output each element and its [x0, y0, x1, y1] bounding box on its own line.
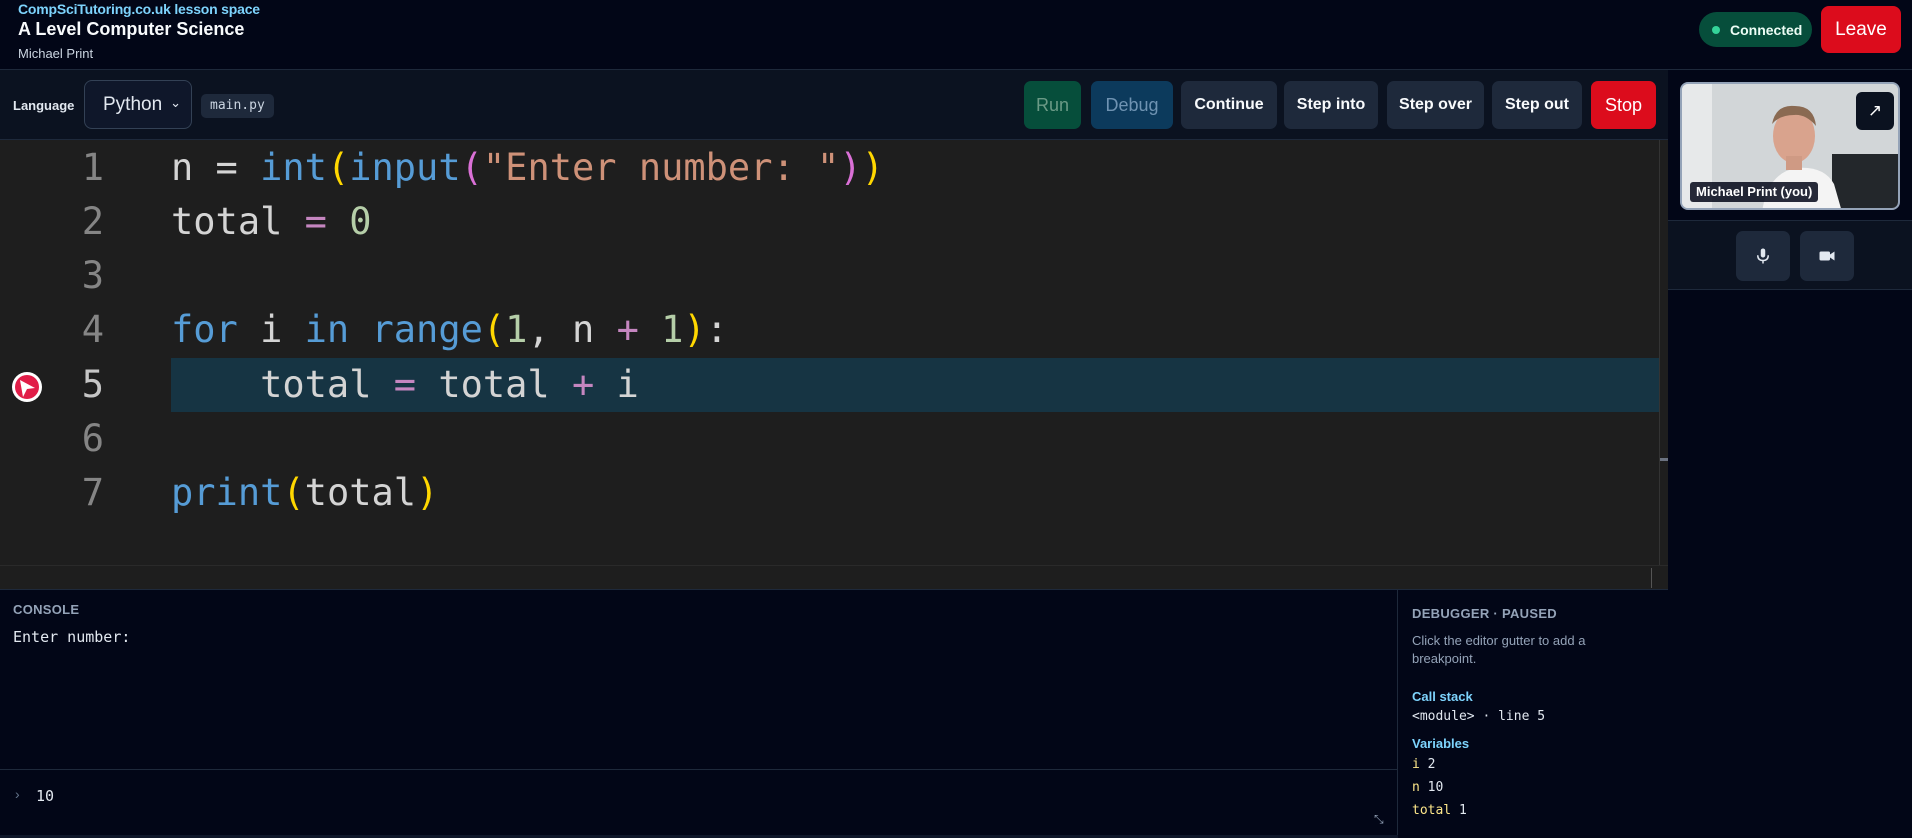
- variable-row: total 1: [1412, 803, 1467, 818]
- code-editor[interactable]: 1 n = int(input("Enter number: ")) 2 tot…: [0, 140, 1668, 565]
- debugger-title: DEBUGGER · PAUSED: [1412, 606, 1557, 621]
- editor-toolbar: Language Python ⌄ main.py Run Debug Cont…: [0, 70, 1668, 140]
- video-tile[interactable]: Michael Print (you) ↗: [1680, 82, 1900, 210]
- leave-button[interactable]: Leave: [1821, 6, 1901, 53]
- run-button[interactable]: Run: [1024, 81, 1081, 129]
- call-stack-frame[interactable]: <module> · line 5: [1412, 709, 1545, 724]
- filename-badge: main.py: [201, 94, 274, 118]
- variable-value: 2: [1427, 757, 1436, 772]
- console-output: Enter number:: [13, 628, 131, 646]
- lesson-space-app: CompSciTutoring.co.uk lesson space A Lev…: [0, 0, 1912, 838]
- code-line[interactable]: 4 for i in range(1, n + 1):: [0, 303, 1668, 357]
- chevron-down-icon: ⌄: [170, 95, 181, 110]
- top-header: CompSciTutoring.co.uk lesson space A Lev…: [0, 0, 1912, 70]
- code-text[interactable]: total = 0: [171, 195, 372, 249]
- code-line[interactable]: 1 n = int(input("Enter number: ")): [0, 141, 1668, 195]
- user-name: Michael Print: [18, 46, 94, 61]
- prompt-chevron-icon: ›: [15, 786, 20, 802]
- code-text[interactable]: n = int(input("Enter number: ")): [171, 141, 884, 195]
- line-number[interactable]: 4: [60, 303, 104, 357]
- code-line[interactable]: 7 print(total): [0, 466, 1668, 520]
- connection-status-badge: Connected: [1699, 12, 1812, 47]
- variable-name: n: [1412, 780, 1420, 795]
- step-over-button[interactable]: Step over: [1387, 81, 1484, 129]
- call-stack-heading: Call stack: [1412, 689, 1473, 704]
- line-number[interactable]: 7: [60, 466, 104, 520]
- line-number[interactable]: 2: [60, 195, 104, 249]
- execution-pointer-icon[interactable]: [11, 371, 43, 403]
- variable-row: i 2: [1412, 757, 1435, 772]
- editor-vertical-scrollbar[interactable]: [1659, 140, 1669, 565]
- code-line[interactable]: 3: [0, 249, 1668, 303]
- line-number[interactable]: 6: [60, 412, 104, 466]
- debugger-panel: DEBUGGER · PAUSED Click the editor gutte…: [1398, 589, 1668, 838]
- stop-button[interactable]: Stop: [1591, 81, 1656, 129]
- code-text[interactable]: print(total): [171, 466, 438, 520]
- scrollbar-thumb[interactable]: [1651, 568, 1652, 588]
- variable-name: i: [1412, 757, 1420, 772]
- video-panel: Michael Print (you) ↗: [1668, 70, 1912, 838]
- microphone-toggle-button[interactable]: [1736, 231, 1790, 281]
- variable-row: n 10: [1412, 780, 1443, 795]
- debugger-hint: Click the editor gutter to add a breakpo…: [1412, 633, 1586, 666]
- media-controls: [1668, 220, 1912, 290]
- console-panel: CONSOLE Enter number: › ⤡: [0, 589, 1398, 838]
- console-input-row: › ⤡: [0, 769, 1398, 835]
- microphone-icon: [1757, 248, 1769, 264]
- debug-button[interactable]: Debug: [1091, 81, 1173, 129]
- code-line[interactable]: 6: [0, 412, 1668, 466]
- language-label: Language: [13, 98, 75, 113]
- language-select[interactable]: Python ⌄: [84, 80, 192, 129]
- code-line[interactable]: 2 total = 0: [0, 195, 1668, 249]
- participant-name-label: Michael Print (you): [1690, 182, 1819, 202]
- line-number[interactable]: 5: [60, 358, 104, 412]
- resize-handle-icon[interactable]: ⤡: [1374, 812, 1384, 827]
- step-out-button[interactable]: Step out: [1492, 81, 1582, 129]
- camera-toggle-button[interactable]: [1800, 231, 1854, 281]
- editor-horizontal-scrollbar[interactable]: [0, 565, 1668, 589]
- code-text[interactable]: total = total + i: [171, 358, 639, 412]
- variables-heading: Variables: [1412, 736, 1470, 751]
- line-number[interactable]: 1: [60, 141, 104, 195]
- expand-icon[interactable]: ↗: [1856, 92, 1894, 130]
- console-title: CONSOLE: [13, 602, 80, 617]
- line-number[interactable]: 3: [60, 249, 104, 303]
- step-into-button[interactable]: Step into: [1284, 81, 1378, 129]
- continue-button[interactable]: Continue: [1181, 81, 1277, 129]
- code-line-current[interactable]: 5 total = total + i: [0, 358, 1668, 412]
- camera-icon: [1819, 251, 1835, 261]
- code-text[interactable]: for i in range(1, n + 1):: [171, 303, 728, 357]
- variable-value: 10: [1427, 780, 1444, 795]
- connection-status-text: Connected: [1730, 21, 1803, 38]
- status-dot-icon: [1712, 25, 1720, 34]
- course-title: A Level Computer Science: [18, 19, 245, 39]
- brand-name: CompSciTutoring.co.uk lesson space: [18, 1, 260, 17]
- console-input[interactable]: [36, 784, 1376, 808]
- language-select-value: Python: [103, 93, 163, 115]
- variable-value: 1: [1458, 803, 1467, 818]
- variable-name: total: [1412, 803, 1452, 818]
